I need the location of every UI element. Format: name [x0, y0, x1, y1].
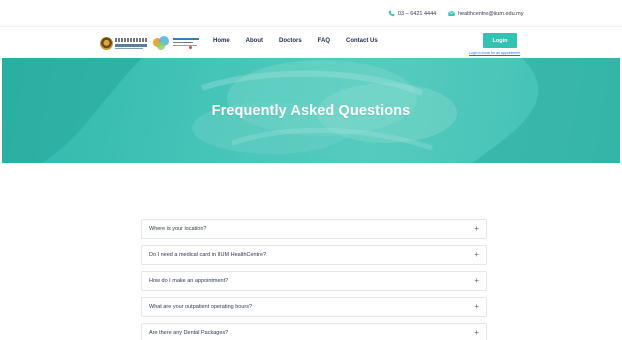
faq-question: What are your outpatient operating hours…	[149, 304, 253, 310]
nav-faq-link[interactable]: FAQ	[318, 38, 330, 44]
expand-plus-icon[interactable]: +	[474, 250, 479, 260]
faq-item[interactable]: How do I make an appointment? +	[141, 271, 487, 291]
expand-plus-icon[interactable]: +	[474, 224, 479, 234]
partner-logo	[173, 36, 199, 50]
iium-crest-logo	[100, 36, 113, 50]
hero-banner: Frequently Asked Questions	[2, 58, 620, 163]
nav-about-link[interactable]: About	[246, 38, 263, 44]
faq-item[interactable]: Where is your location? +	[141, 219, 487, 239]
nav-home-link[interactable]: Home	[213, 38, 230, 44]
iium-wordmark-logo	[115, 37, 147, 50]
page-title: Frequently Asked Questions	[211, 103, 411, 119]
email-address: healthcentre@iium.edu.my	[458, 10, 524, 17]
faq-question: Do I need a medical card in IIUM HealthC…	[149, 252, 267, 258]
faq-question: Are there any Dental Packages?	[149, 330, 229, 336]
phone-number: 03 – 6421 4444	[398, 10, 437, 17]
faq-item[interactable]: What are your outpatient operating hours…	[141, 297, 487, 317]
faq-accordion: Where is your location? + Do I need a me…	[141, 219, 487, 340]
phone-icon	[388, 10, 395, 17]
email-contact[interactable]: healthcentre@iium.edu.my	[448, 10, 524, 17]
faq-item[interactable]: Do I need a medical card in IIUM HealthC…	[141, 245, 487, 265]
logo-group[interactable]	[100, 36, 199, 50]
top-contact-bar: 03 – 6421 4444 healthcentre@iium.edu.my	[0, 0, 622, 27]
expand-plus-icon[interactable]: +	[474, 276, 479, 286]
login-hint-link[interactable]: Login to book for an appointment	[469, 51, 520, 55]
faq-item[interactable]: Are there any Dental Packages? +	[141, 323, 487, 340]
expand-plus-icon[interactable]: +	[474, 328, 479, 338]
nav-doctors-link[interactable]: Doctors	[279, 38, 302, 44]
envelope-icon	[448, 11, 455, 16]
expand-plus-icon[interactable]: +	[474, 302, 479, 312]
faq-question: Where is your location?	[149, 226, 207, 232]
login-button[interactable]: Login	[483, 33, 517, 48]
main-menu: Home About Doctors FAQ Contact Us	[213, 38, 394, 44]
main-navbar: Home About Doctors FAQ Contact Us	[0, 27, 622, 58]
faq-question: How do I make an appointment?	[149, 278, 229, 284]
health-centre-logo	[153, 36, 169, 50]
nav-contact-link[interactable]: Contact Us	[346, 38, 378, 44]
phone-contact[interactable]: 03 – 6421 4444	[388, 10, 436, 17]
